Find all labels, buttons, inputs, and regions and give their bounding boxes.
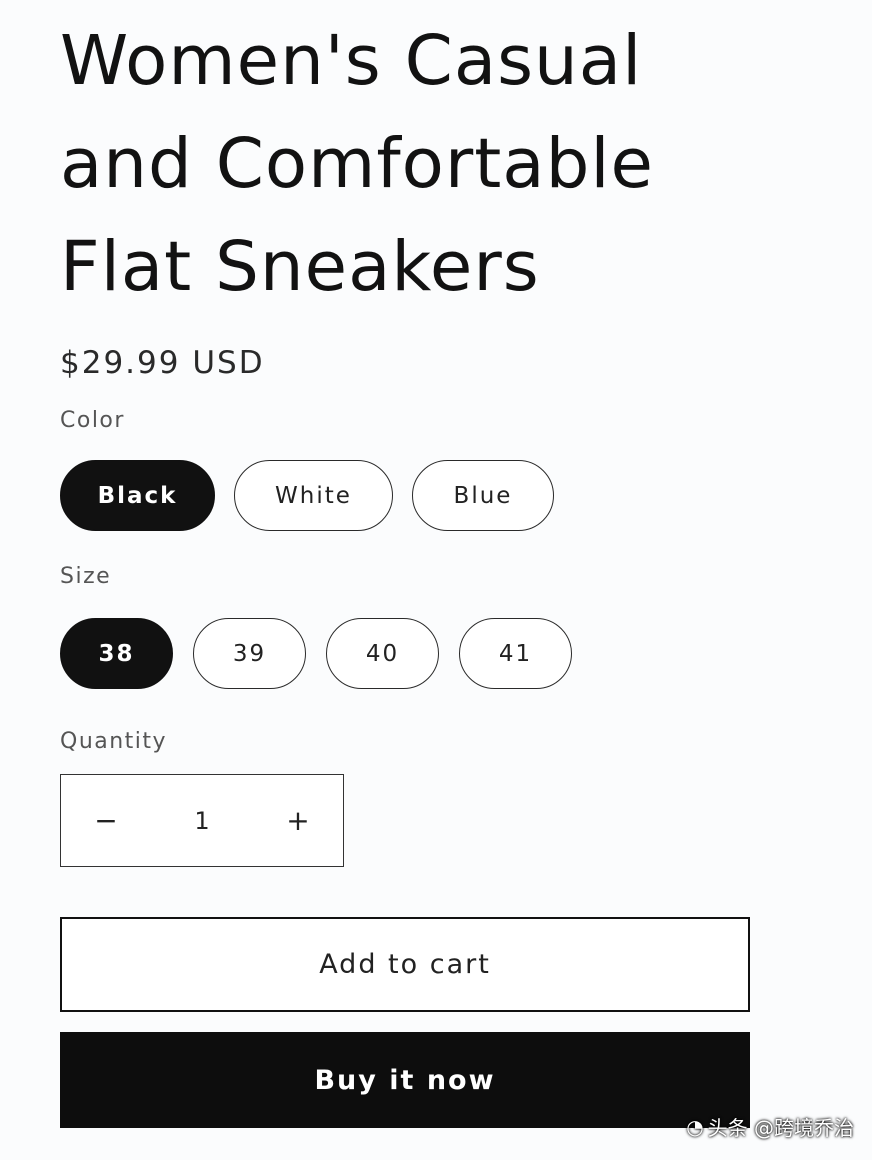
color-option-black[interactable]: Black <box>60 460 215 531</box>
product-page: Women's Casual and Comfortable Flat Snea… <box>0 0 872 1160</box>
color-label: Color <box>60 408 125 433</box>
size-options: 38 39 40 41 <box>60 618 572 689</box>
quantity-decrement-button[interactable]: − <box>61 775 151 866</box>
product-price: $29.99 USD <box>60 345 265 381</box>
color-option-blue[interactable]: Blue <box>412 460 554 531</box>
quantity-label: Quantity <box>60 729 168 754</box>
size-label: Size <box>60 564 112 589</box>
add-to-cart-button[interactable]: Add to cart <box>60 917 750 1012</box>
size-option-41[interactable]: 41 <box>459 618 572 689</box>
quantity-increment-button[interactable]: + <box>253 775 343 866</box>
size-option-39[interactable]: 39 <box>193 618 306 689</box>
watermark-text: 头条 @跨境乔治 <box>707 1116 854 1140</box>
size-option-38[interactable]: 38 <box>60 618 173 689</box>
watermark: ◔ 头条 @跨境乔治 <box>686 1112 854 1141</box>
color-options: Black White Blue <box>60 460 554 531</box>
buy-now-button[interactable]: Buy it now <box>60 1032 750 1128</box>
size-option-40[interactable]: 40 <box>326 618 439 689</box>
product-title: Women's Casual and Comfortable Flat Snea… <box>60 21 654 307</box>
quantity-input[interactable]: 1 <box>151 807 253 835</box>
camera-icon: ◔ <box>686 1114 704 1139</box>
quantity-stepper: − 1 + <box>60 774 344 867</box>
color-option-white[interactable]: White <box>234 460 393 531</box>
